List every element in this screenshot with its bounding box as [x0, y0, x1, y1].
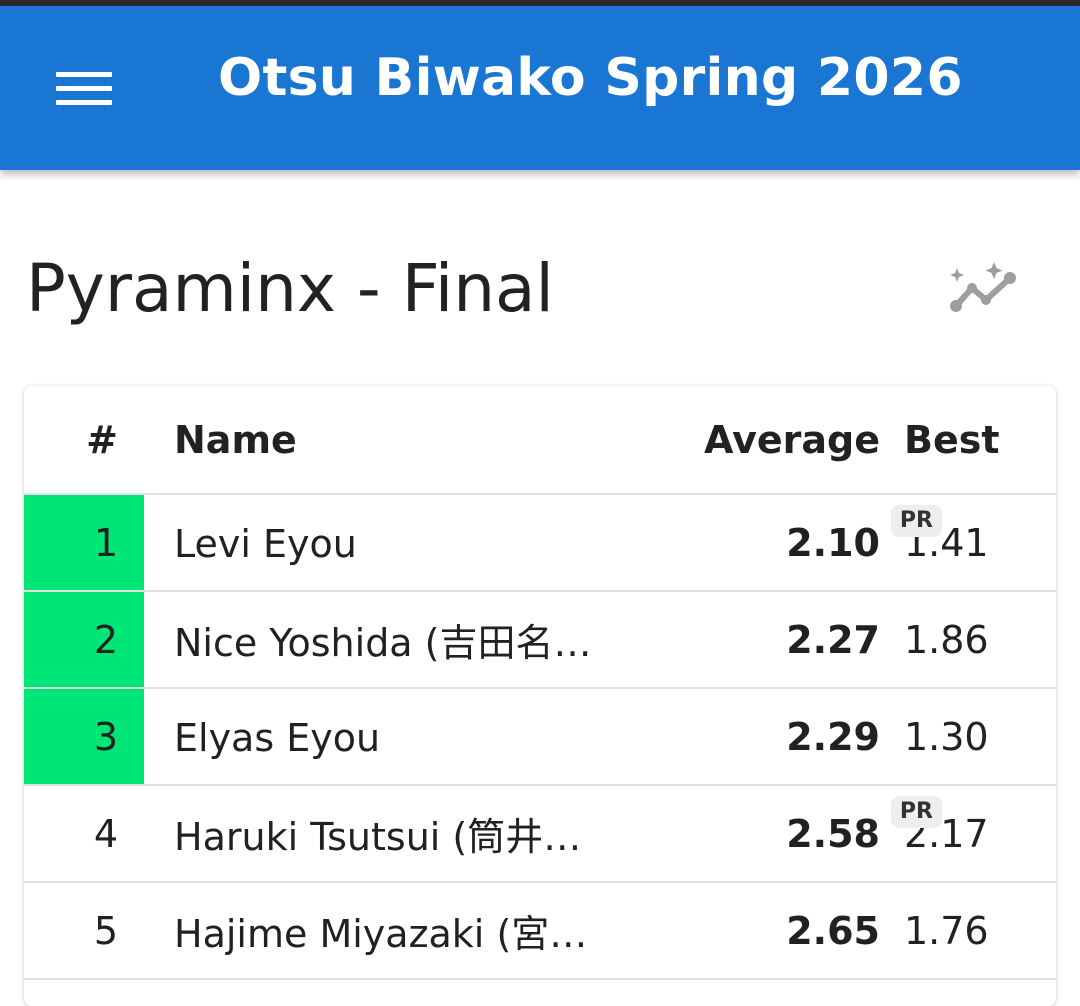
pr-badge: PR — [890, 796, 942, 828]
row-average: 2.10 — [786, 520, 880, 565]
row-rank: 2 — [24, 591, 144, 689]
row-rank: 5 — [24, 882, 144, 980]
row-average: 2.27 — [786, 617, 880, 662]
results-table: # Name Average Best 1 Levi Eyou 2.10 PR 1… — [24, 386, 1056, 980]
results-card: # Name Average Best 1 Levi Eyou 2.10 PR 1… — [24, 386, 1056, 1006]
row-average: 2.29 — [786, 714, 880, 759]
row-rank: 1 — [24, 494, 144, 592]
row-name: Elyas Eyou — [174, 715, 381, 760]
table-row[interactable]: 4 Haruki Tsutsui (筒井遥… 2.58 PR 2.17 — [24, 785, 1056, 883]
row-name: Hajime Miyazaki (宮崎… — [174, 912, 614, 956]
header-average[interactable]: Average — [624, 386, 884, 495]
row-average: 2.65 — [786, 908, 880, 953]
table-row[interactable]: 1 Levi Eyou 2.10 PR 1.41 — [24, 494, 1056, 592]
row-best: 1.76 — [884, 882, 1056, 980]
row-best: 1.86 — [884, 591, 1056, 689]
auto-graph-icon — [950, 262, 1016, 312]
results-chart-button[interactable] — [944, 258, 1024, 322]
app-bar: Otsu Biwako Spring 2026 — [0, 6, 1080, 170]
row-average: 2.58 — [786, 811, 880, 856]
row-best: 1.30 — [884, 688, 1056, 786]
table-header-row: # Name Average Best — [24, 386, 1056, 495]
header-best[interactable]: Best — [884, 386, 1056, 495]
header-rank: # — [24, 386, 144, 495]
pr-badge: PR — [890, 505, 942, 537]
app-title: Otsu Biwako Spring 2026 — [218, 48, 963, 108]
page-title: Pyraminx - Final — [26, 250, 554, 327]
row-rank: 3 — [24, 688, 144, 786]
table-row[interactable]: 3 Elyas Eyou 2.29 1.30 — [24, 688, 1056, 786]
header-name: Name — [144, 386, 624, 495]
table-row[interactable]: 2 Nice Yoshida (吉田名… 2.27 1.86 — [24, 591, 1056, 689]
row-name: Levi Eyou — [174, 521, 357, 566]
row-rank: 4 — [24, 785, 144, 883]
row-name: Nice Yoshida (吉田名… — [174, 621, 592, 665]
table-row[interactable]: 5 Hajime Miyazaki (宮崎… 2.65 1.76 — [24, 882, 1056, 980]
row-name: Haruki Tsutsui (筒井遥… — [174, 815, 614, 859]
menu-button[interactable] — [40, 50, 128, 126]
